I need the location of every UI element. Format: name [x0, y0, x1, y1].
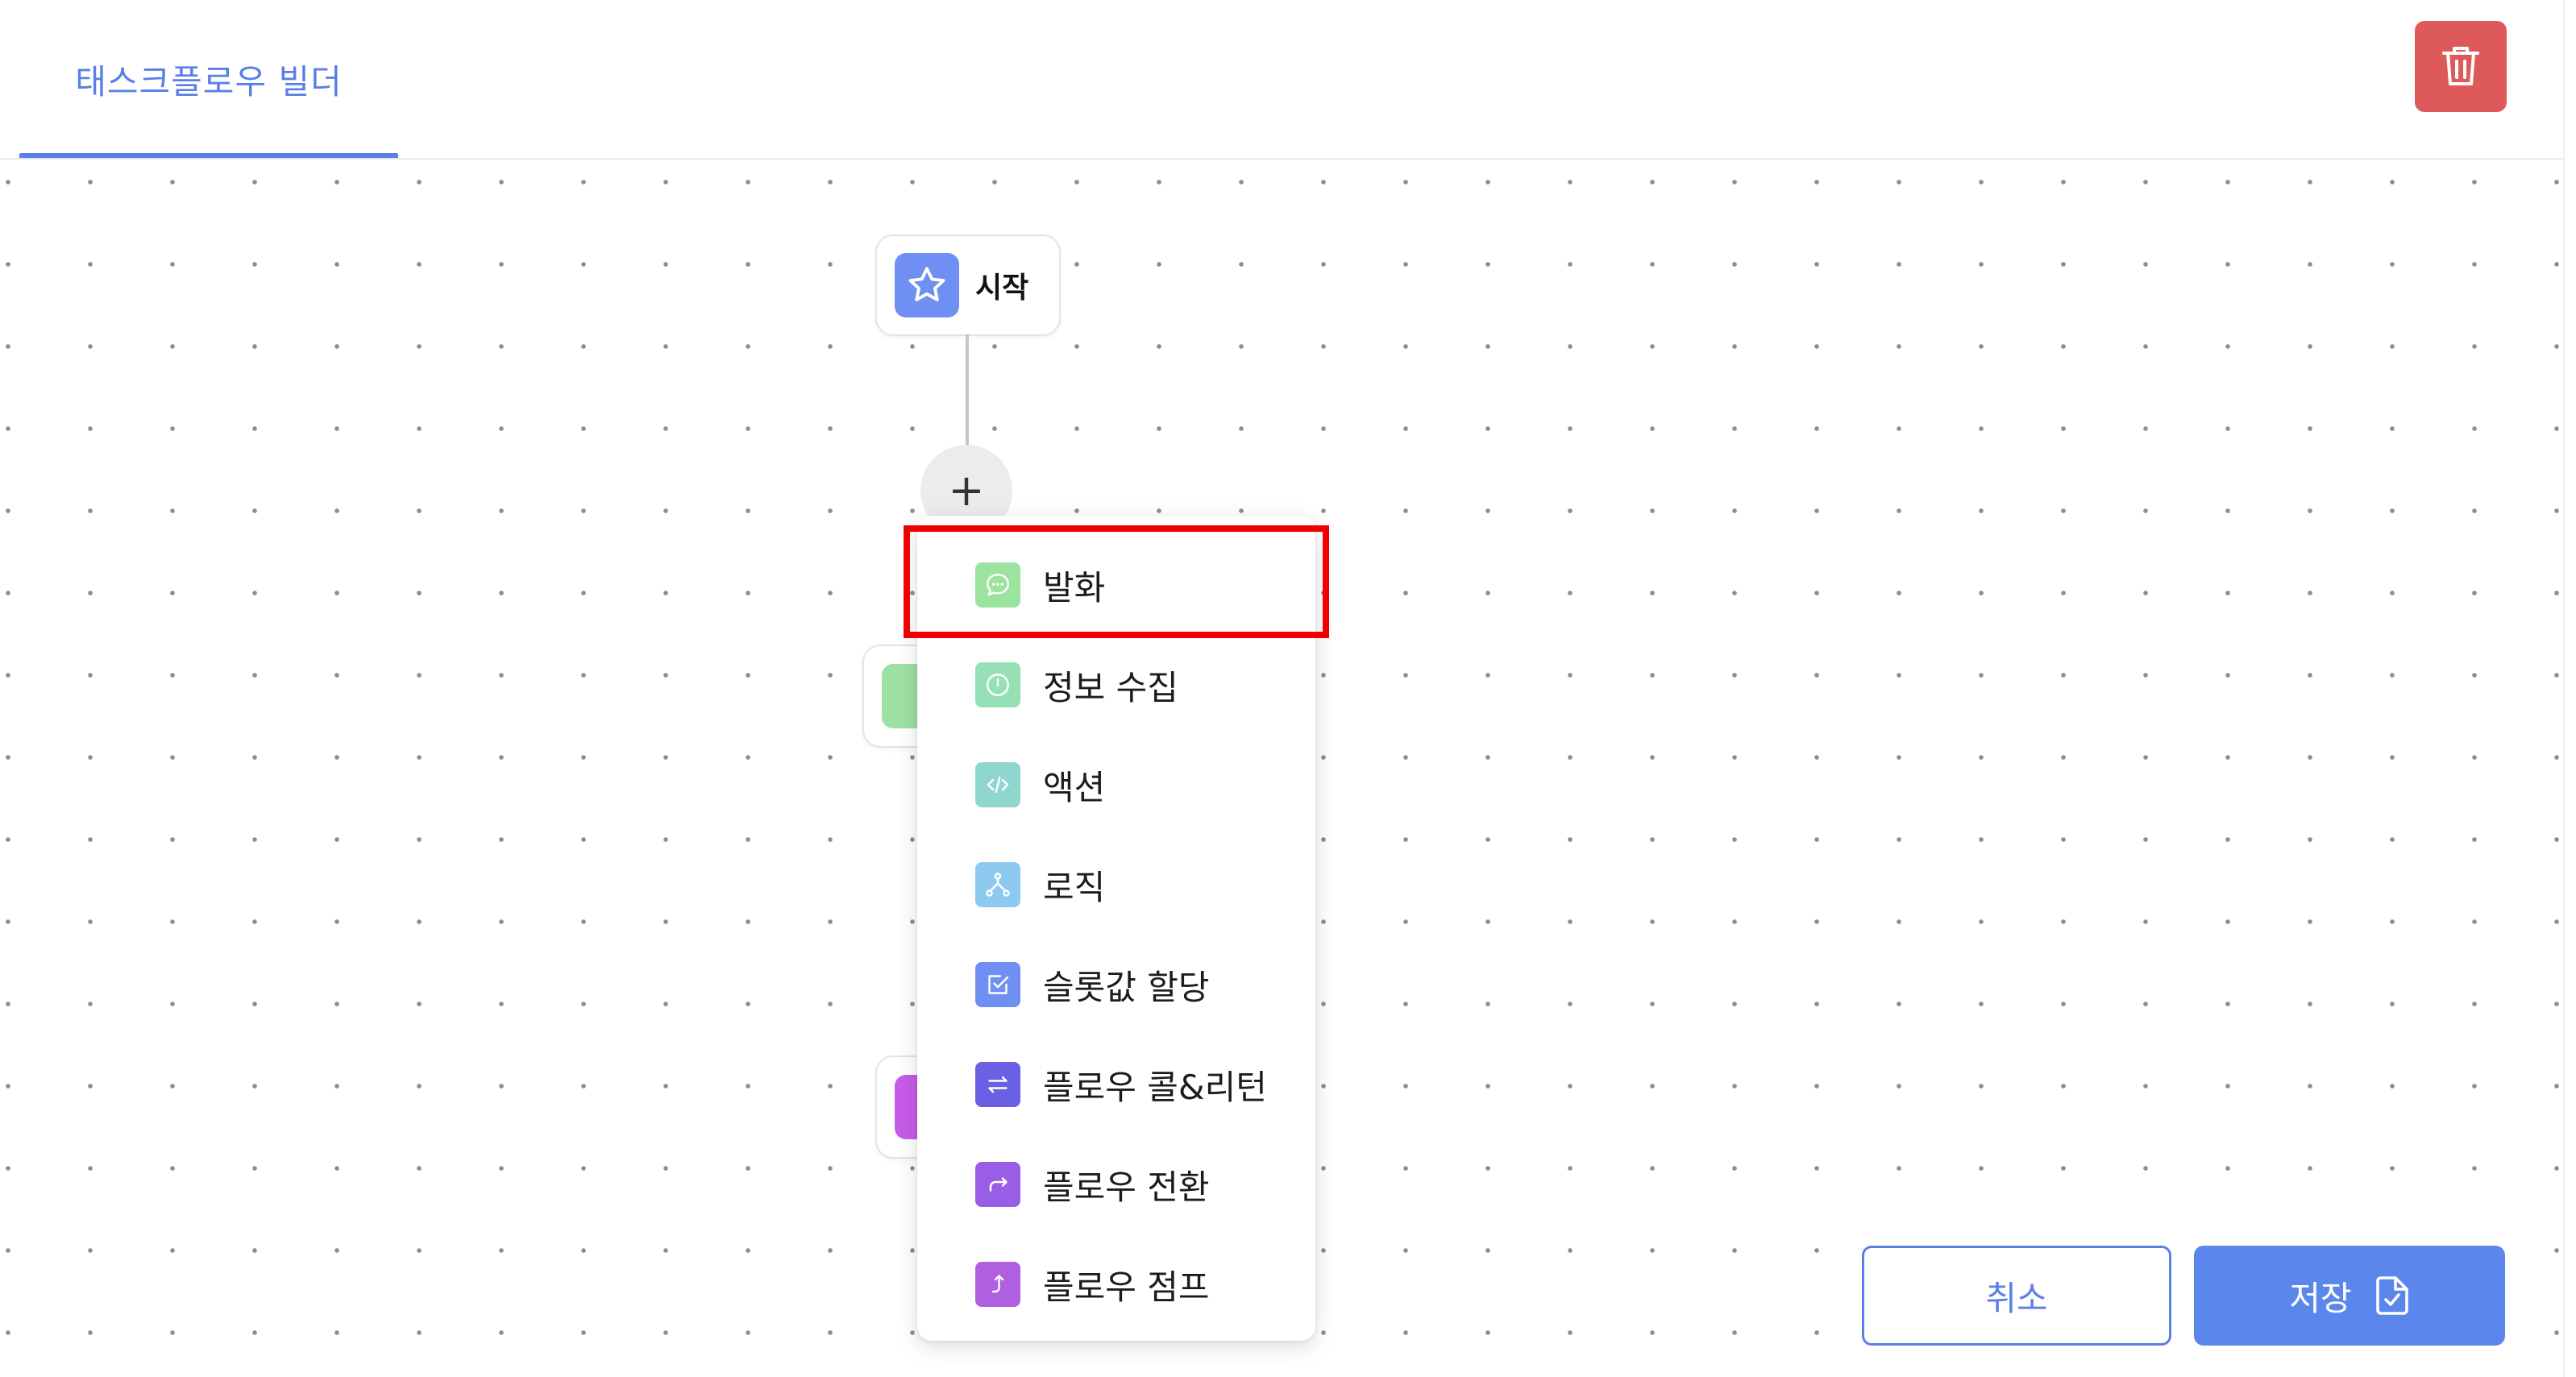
menu-item-logic[interactable]: 로직 — [917, 835, 1315, 935]
menu-item-utterance[interactable]: 발화 — [917, 535, 1315, 635]
checkbox-icon — [975, 962, 1020, 1007]
tab-label: 태스크플로우 빌더 — [75, 61, 343, 102]
menu-item-label: 플로우 전환 — [1043, 1167, 1210, 1207]
code-icon — [975, 762, 1020, 807]
menu-item-label: 발화 — [1043, 567, 1106, 608]
menu-item-flow-switch[interactable]: 플로우 전환 — [917, 1134, 1315, 1234]
menu-item-label: 액션 — [1043, 767, 1106, 807]
start-node[interactable]: 시작 — [875, 234, 1061, 336]
menu-item-action[interactable]: 액션 — [917, 735, 1315, 835]
node-type-menu: 발화 정보 수집 액션 로직 슬롯값 할당 플로우 콜&리턴 플로우 전환 플로… — [917, 516, 1315, 1341]
panel-edge — [2563, 0, 2565, 1377]
menu-item-flow-jump[interactable]: 플로우 점프 — [917, 1234, 1315, 1334]
chat-bubble-icon — [975, 562, 1020, 608]
jump-arrow-icon — [975, 1262, 1020, 1307]
delete-button[interactable] — [2415, 21, 2507, 112]
cancel-button[interactable]: 취소 — [1862, 1246, 2171, 1346]
branch-icon — [975, 862, 1020, 907]
menu-item-label: 정보 수집 — [1043, 667, 1178, 707]
trash-icon — [2441, 44, 2481, 90]
file-check-icon — [2374, 1275, 2410, 1317]
menu-item-label: 슬롯값 할당 — [1043, 967, 1210, 1007]
menu-item-info-collection[interactable]: 정보 수집 — [917, 635, 1315, 735]
clock-icon — [975, 662, 1020, 707]
plus-icon: + — [948, 465, 985, 516]
connector-line — [966, 334, 969, 447]
header: 태스크플로우 빌더 — [0, 0, 2576, 160]
menu-item-flow-call-return[interactable]: 플로우 콜&리턴 — [917, 1035, 1315, 1134]
save-button[interactable]: 저장 — [2194, 1246, 2505, 1346]
menu-item-label: 플로우 콜&리턴 — [1043, 1067, 1267, 1107]
save-button-label: 저장 — [2289, 1278, 2352, 1318]
menu-item-label: 플로우 점프 — [1043, 1267, 1210, 1307]
tab-taskflow-builder[interactable]: 태스크플로우 빌더 — [19, 0, 398, 158]
cancel-button-label: 취소 — [1985, 1278, 2048, 1318]
swap-arrows-icon — [975, 1062, 1020, 1107]
star-icon — [895, 253, 959, 317]
menu-item-label: 로직 — [1043, 867, 1106, 907]
menu-item-slot-assign[interactable]: 슬롯값 할당 — [917, 935, 1315, 1035]
redirect-arrow-icon — [975, 1162, 1020, 1207]
start-node-label: 시작 — [975, 272, 1029, 305]
